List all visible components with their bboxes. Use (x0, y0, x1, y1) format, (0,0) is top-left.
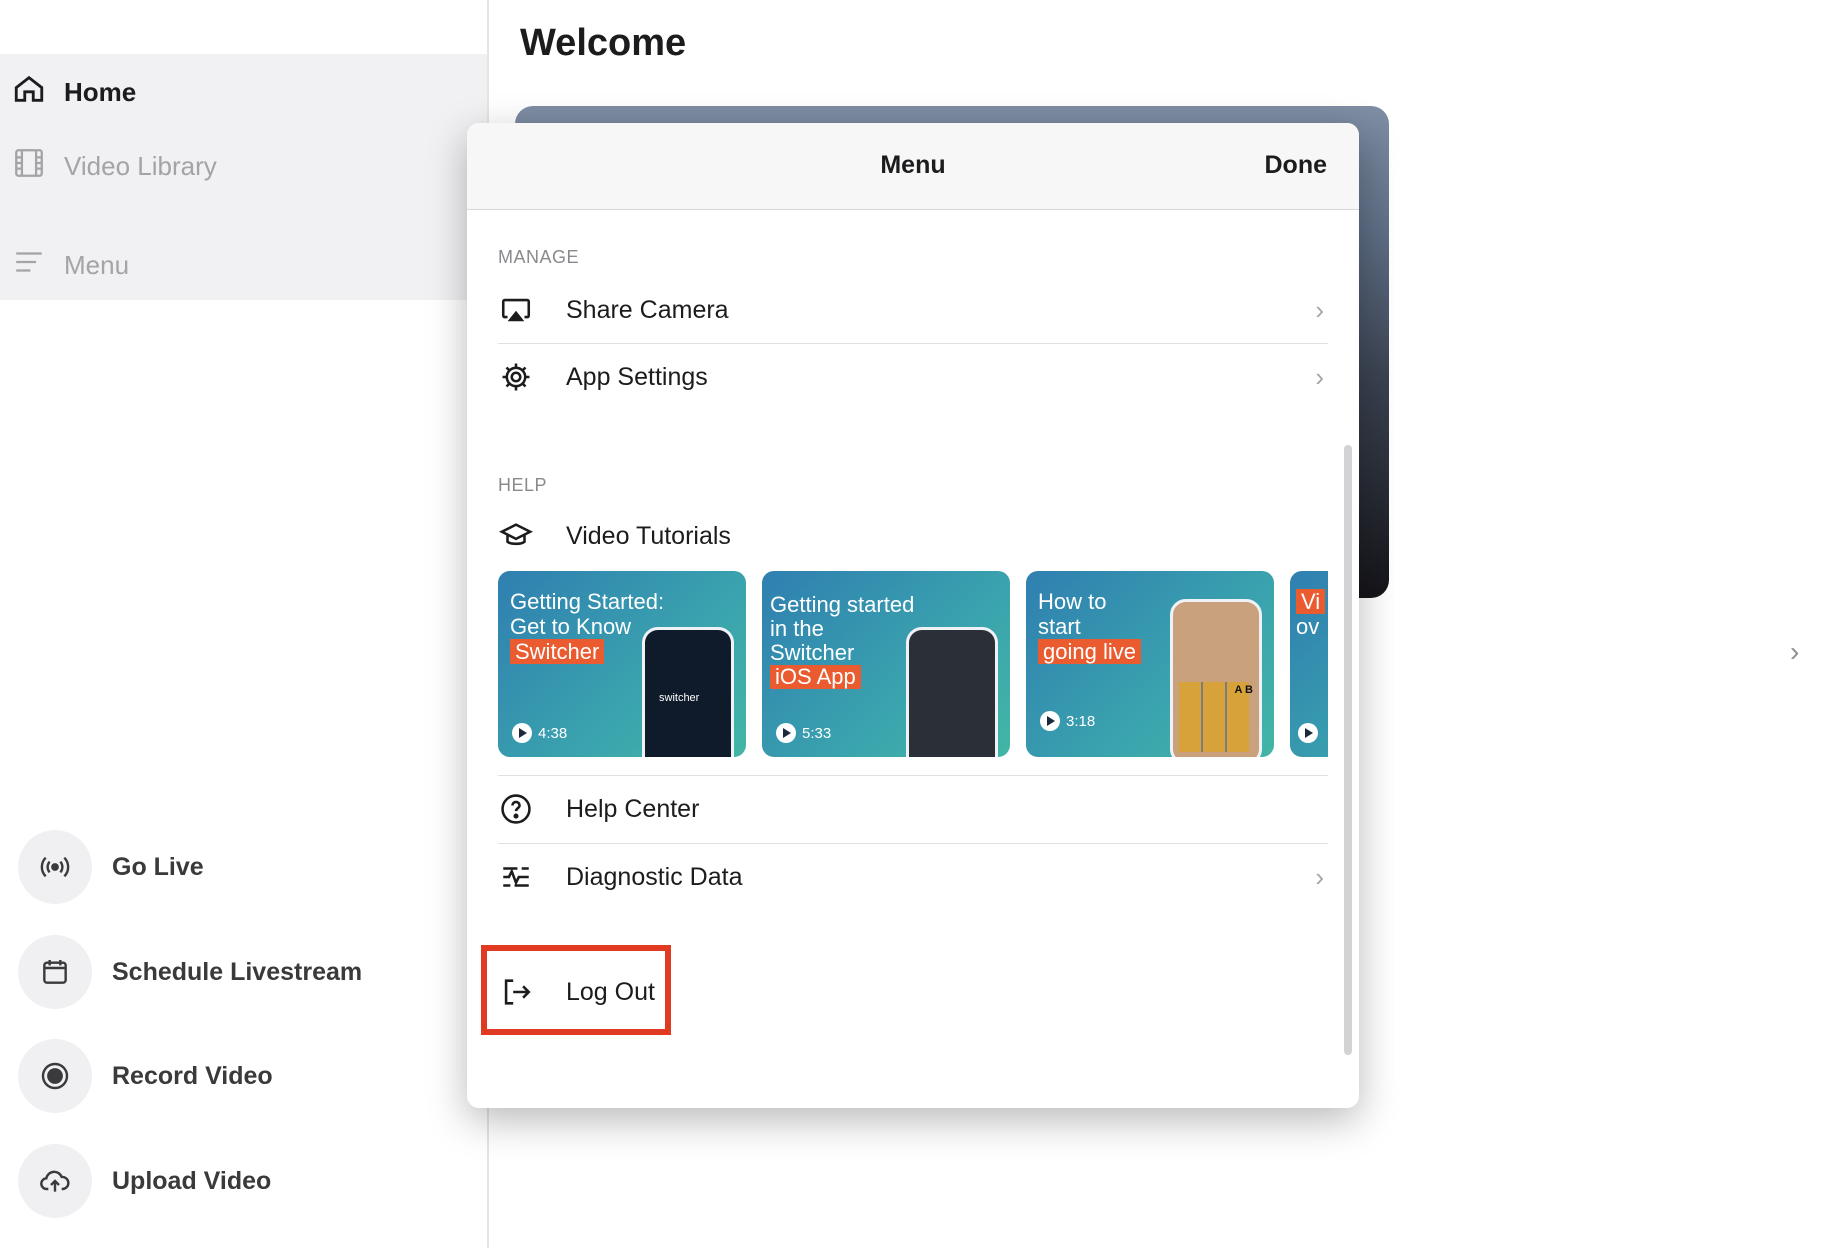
sidebar-item-home[interactable]: Home (12, 72, 136, 113)
graduation-cap-icon (498, 518, 534, 554)
sidebar-item-label: Home (64, 77, 137, 107)
chevron-right-icon: › (1315, 294, 1324, 325)
phone-brand-text: switcher (659, 692, 700, 704)
menu-item-label: App Settings (566, 362, 708, 391)
tutorial-thumbnail[interactable]: Getting started in the Switcher iOS App … (762, 571, 1010, 757)
app-settings-item[interactable]: App Settings › (498, 344, 1328, 410)
duration-text: 4:38 (538, 724, 568, 742)
diagnostic-icon (498, 859, 534, 895)
thumbnail-title: Switcher (770, 640, 855, 665)
home-icon (12, 72, 46, 113)
gear-icon (498, 359, 534, 395)
tutorial-thumbnail[interactable]: Getting Started: Get to Know Switcher sw… (498, 571, 746, 757)
phone-image: switcher (642, 627, 734, 757)
thumbnail-title: Vi (1296, 589, 1326, 614)
menu-item-label: Video Tutorials (566, 521, 731, 550)
menu-item-label: Share Camera (566, 295, 729, 324)
chevron-right-icon[interactable]: › (1790, 636, 1799, 668)
play-icon (1298, 723, 1318, 743)
cloud-upload-icon (18, 1144, 92, 1218)
chevron-right-icon: › (1315, 861, 1324, 892)
action-label: Upload Video (112, 1166, 272, 1195)
record-video-button[interactable]: Record Video (18, 1039, 273, 1113)
schedule-livestream-button[interactable]: Schedule Livestream (18, 935, 362, 1009)
tutorial-thumbnail[interactable]: How to start going live A B 3:18 (1026, 571, 1274, 757)
thumbnail-title: in the (770, 616, 824, 641)
duration-badge: 4:38 (512, 723, 567, 743)
duration-text: 3:18 (1066, 712, 1096, 730)
play-icon (1040, 711, 1060, 731)
page-title: Welcome (520, 22, 687, 64)
phone-letters: A B (1234, 684, 1253, 696)
share-camera-item[interactable]: Share Camera › (498, 277, 1328, 343)
sidebar-item-video-library[interactable]: Video Library (12, 146, 217, 187)
thumbnail-tag: Switcher (510, 639, 605, 664)
video-tutorials-item: Video Tutorials (498, 503, 1328, 569)
duration-badge (1298, 723, 1318, 743)
record-icon (18, 1039, 92, 1113)
tutorial-thumbnail[interactable]: Vi ov (1290, 571, 1328, 757)
thumbnail-title: Get to Know (510, 614, 632, 639)
question-circle-icon (498, 791, 534, 827)
thumbnail-title: How to (1038, 589, 1107, 614)
help-center-item[interactable]: Help Center (498, 776, 1328, 842)
thumbnail-title: Getting Started: (510, 589, 665, 614)
phone-image (906, 627, 998, 757)
sidebar: Home Video Library Menu Go Live Schedule… (0, 0, 489, 1248)
duration-badge: 3:18 (1040, 711, 1095, 731)
action-label: Schedule Livestream (112, 957, 363, 986)
modal-title: Menu (880, 151, 946, 179)
go-live-button[interactable]: Go Live (18, 830, 204, 904)
thumbnail-tag: going live (1038, 639, 1141, 664)
phone-image: A B (1170, 599, 1262, 757)
diagnostic-data-item[interactable]: Diagnostic Data › (498, 844, 1328, 910)
thumbnail-tag: iOS App (770, 665, 861, 689)
section-header-manage: MANAGE (498, 247, 580, 267)
done-button[interactable]: Done (1265, 151, 1328, 180)
menu-item-label: Log Out (566, 977, 655, 1006)
airplay-icon (498, 292, 534, 328)
calendar-icon (18, 935, 92, 1009)
play-icon (776, 723, 796, 743)
thumbnail-title: Getting started (770, 592, 915, 617)
broadcast-icon (18, 830, 92, 904)
menu-item-label: Diagnostic Data (566, 862, 743, 891)
action-label: Go Live (112, 852, 204, 881)
duration-badge: 5:33 (776, 723, 831, 743)
film-icon (12, 146, 46, 187)
menu-modal: Menu Done MANAGE Share Camera › App Sett… (467, 123, 1359, 1108)
thumbnail-title: start (1038, 614, 1081, 639)
scrollbar[interactable] (1344, 445, 1352, 1055)
modal-header: Menu Done (467, 123, 1359, 210)
duration-text: 5:33 (802, 724, 832, 742)
sidebar-item-label: Menu (64, 250, 130, 280)
menu-item-label: Help Center (566, 794, 700, 823)
play-icon (512, 723, 532, 743)
sidebar-item-menu[interactable]: Menu (12, 245, 129, 286)
menu-lines-icon (12, 245, 46, 286)
upload-video-button[interactable]: Upload Video (18, 1144, 271, 1218)
thumbnail-title: ov (1296, 614, 1320, 639)
action-label: Record Video (112, 1061, 273, 1090)
section-header-help: HELP (498, 475, 548, 495)
chevron-right-icon: › (1315, 361, 1324, 392)
sidebar-item-label: Video Library (64, 151, 217, 181)
highlight-box (481, 945, 671, 1035)
tutorial-carousel[interactable]: Getting Started: Get to Know Switcher sw… (498, 571, 1328, 757)
